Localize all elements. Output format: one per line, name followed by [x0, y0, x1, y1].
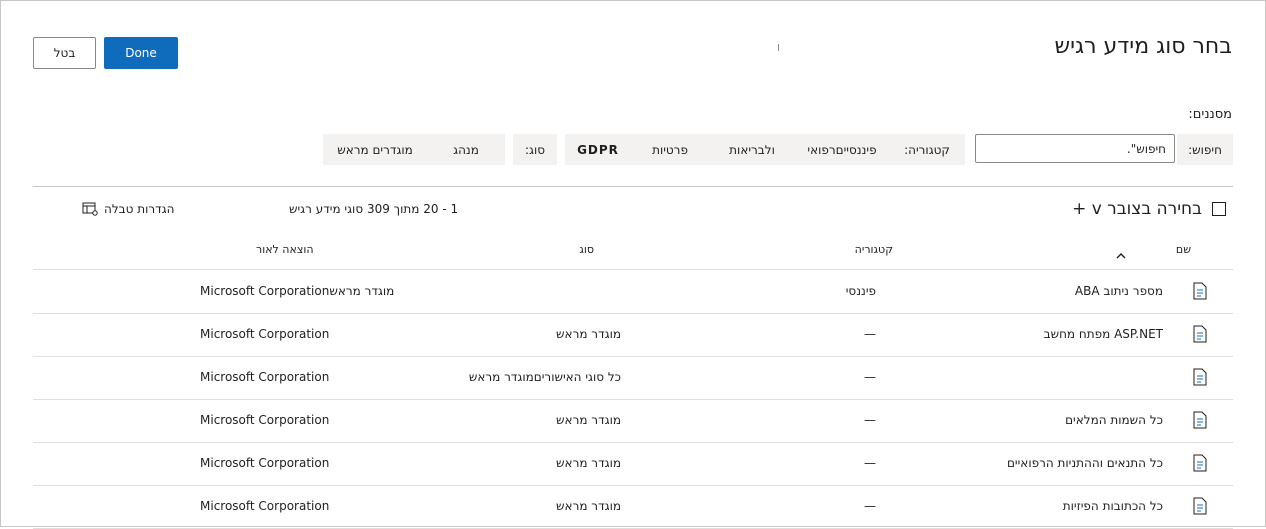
sort-ascending-icon[interactable]: [1116, 245, 1126, 264]
document-icon: [1193, 325, 1207, 343]
divider-mark: [778, 44, 779, 51]
row-category: —: [864, 413, 876, 427]
cancel-button[interactable]: בטל: [33, 37, 96, 69]
row-category: —: [864, 499, 876, 513]
filter-bar: חיפוש: חיפוש". קטגוריה: פיננסייםרפואי ולבר…: [323, 134, 1233, 165]
row-type: כל סוגי האישוריםמוגדר מראש: [468, 370, 621, 384]
row-publisher: Microsoft Corporation: [200, 456, 330, 470]
row-name[interactable]: כל השמות המלאים: [1065, 413, 1163, 427]
row-publisher: Microsoft Corporation: [200, 413, 330, 427]
table-settings-button[interactable]: הגדרות טבלה: [82, 202, 174, 216]
result-count: 1 - 20 מתוך 309 סוגי מידע רגיש: [289, 202, 459, 216]
section-divider: [33, 186, 1233, 187]
table-settings-label: הגדרות טבלה: [104, 202, 175, 216]
page-title: בחר סוג מידע רגיש: [1054, 34, 1232, 59]
row-publisher: Microsoft Corporation: [200, 370, 330, 384]
done-button[interactable]: Done: [104, 37, 178, 69]
filter-segment[interactable]: פיננסייםרפואי: [795, 134, 889, 165]
select-all-checkbox[interactable]: [1212, 202, 1226, 216]
document-icon: [1193, 282, 1207, 300]
row-publisher: Microsoft Corporation: [200, 327, 330, 341]
filters-label: מסננים:: [1188, 107, 1232, 122]
row-category: —: [864, 456, 876, 470]
search-input[interactable]: חיפוש".: [975, 134, 1175, 163]
row-name[interactable]: כל התנאים וההתניות הרפואיים: [1007, 456, 1163, 470]
filter-segment[interactable]: מנהג: [427, 134, 505, 165]
row-name[interactable]: כל הכתובות הפיזיות: [1063, 499, 1163, 513]
col-header-type[interactable]: סוג: [579, 243, 594, 256]
table-row[interactable]: — כל סוגי האישוריםמוגדר מראש Microsoft Cor…: [33, 356, 1233, 400]
document-icon: [1193, 497, 1207, 515]
row-type: מוגדר מראש: [556, 327, 621, 341]
table-row[interactable]: כל התנאים וההתניות הרפואיים — מוגדר מראש Mi…: [33, 442, 1233, 486]
select-all[interactable]: בחירה בצובר v +: [1072, 199, 1226, 219]
row-name[interactable]: ASP.NET מפתח מחשב: [1044, 327, 1163, 341]
row-category: —: [864, 327, 876, 341]
filter-segment[interactable]: GDPR: [565, 134, 631, 165]
search-label: חיפוש:: [1177, 134, 1233, 165]
row-publisher: Microsoft Corporationמוגדר מראש: [200, 284, 395, 298]
row-type: מוגדר מראש: [556, 456, 621, 470]
document-icon: [1193, 454, 1207, 472]
col-header-name[interactable]: שם: [1176, 243, 1191, 256]
table-settings-icon: [82, 202, 98, 216]
filter-segment[interactable]: מוגדרים מראש: [323, 134, 427, 165]
table-row[interactable]: ASP.NET מפתח מחשב — מוגדר מראש Microsoft Co…: [33, 313, 1233, 357]
col-header-publisher[interactable]: הוצאה לאור: [256, 243, 314, 256]
table-row[interactable]: כל השמות המלאים — מוגדר מראש Microsoft Corp…: [33, 399, 1233, 443]
row-type: מוגדר מראש: [556, 499, 621, 513]
filter-segment[interactable]: ולבריאות: [709, 134, 795, 165]
select-all-label: בחירה בצובר v +: [1072, 199, 1202, 219]
filter-segment[interactable]: סוג:: [513, 134, 557, 165]
row-publisher: Microsoft Corporation: [200, 499, 330, 513]
table-row[interactable]: כל הכתובות הפיזיות — מוגדר מראש Microsoft C…: [33, 485, 1233, 529]
row-name[interactable]: מספר ניתוב ABA: [1075, 284, 1163, 298]
col-header-category[interactable]: קטגוריה: [855, 243, 893, 256]
row-category: —: [864, 370, 876, 384]
document-icon: [1193, 368, 1207, 386]
row-type: מוגדר מראש: [556, 413, 621, 427]
document-icon: [1193, 411, 1207, 429]
filter-segment[interactable]: פרטיות: [631, 134, 709, 165]
row-category: פיננסי: [845, 284, 876, 298]
filter-segment[interactable]: קטגוריה:: [889, 134, 965, 165]
col-name-label: שם: [1175, 243, 1191, 256]
filter-gap: [965, 134, 975, 165]
table-row[interactable]: מספר ניתוב ABA פיננסי Microsoft Corporatio…: [33, 270, 1233, 314]
filter-segments: קטגוריה: פיננסייםרפואי ולבריאות פרטיות GDPR ס…: [323, 134, 965, 165]
